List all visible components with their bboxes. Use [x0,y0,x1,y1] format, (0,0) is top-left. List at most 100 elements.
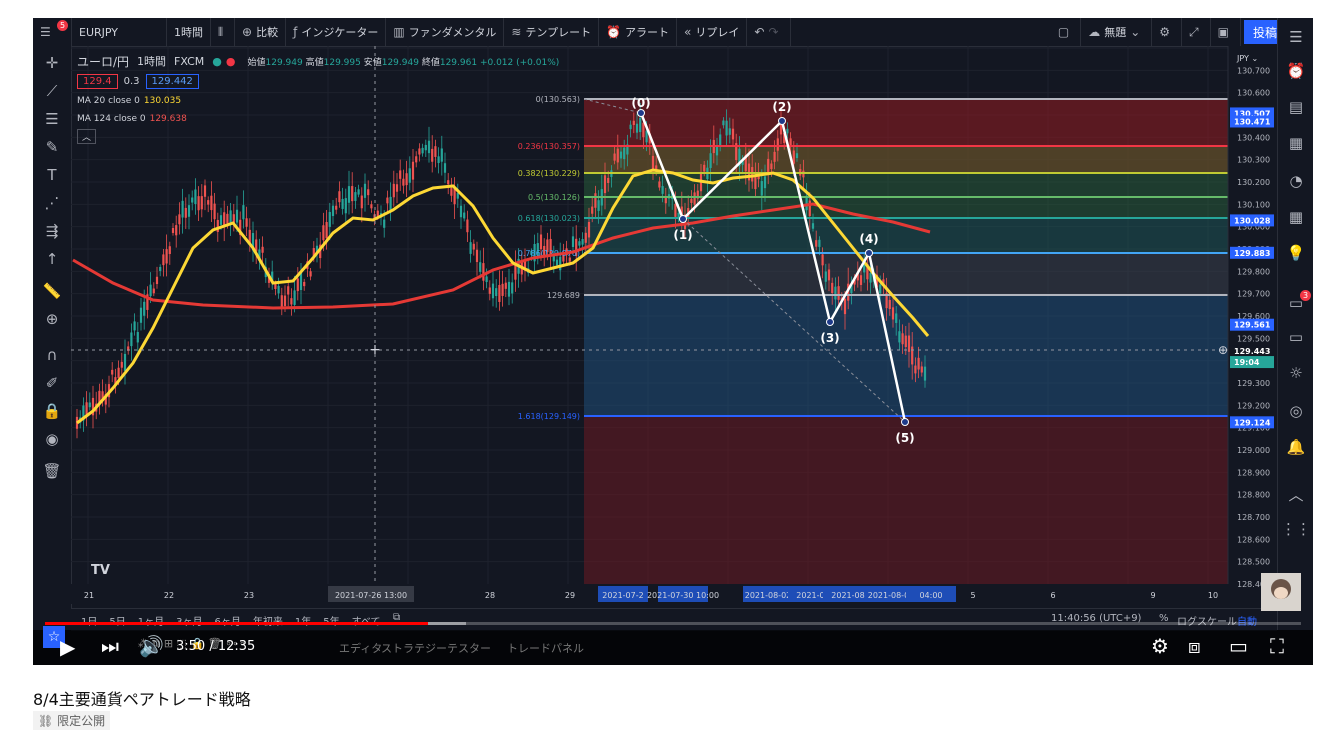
price-tick: 129.300 [1237,379,1270,388]
chart-legend: ユーロ/円 1時間 FXCM ● ● 始値129.949 高値129.995 安… [77,51,559,145]
alarm-clock-icon[interactable]: ⏰ [1278,62,1313,80]
signal-icon[interactable]: ︿ [1278,484,1313,505]
wave-point[interactable] [826,318,834,326]
progress-played [45,622,429,625]
play-icon[interactable]: ▶ [60,635,75,659]
wave-label: (2) [772,100,791,114]
settings-gear-icon[interactable]: ⚙ [1151,634,1169,658]
progress-bar[interactable] [45,622,1301,625]
video-player[interactable]: ☰ 5 EURJPY 1時間 ⫴ ⊕ 比較 ƒ インジケーター ▥ ファンダメンタル … [33,18,1313,665]
price-tick: 130.100 [1237,200,1270,209]
grid-icon[interactable]: ⋮⋮ [1278,520,1313,538]
theater-icon[interactable]: ▭ [1229,634,1248,658]
symbol-title: ユーロ/円 [77,54,130,69]
buy-box[interactable]: 129.442 [145,73,199,89]
legend-interval: 1時間 [137,55,167,68]
date-ranges: 1日 5日 1ヶ月 3ヶ月 6ヶ月年初来 1年 5年すべて [81,613,381,628]
history-icon[interactable]: ◔ [1278,172,1313,190]
wave-label: (3) [820,331,839,345]
price-tick: 128.500 [1237,558,1270,567]
price-label: 129.561 [1234,321,1271,330]
add-alert-icon[interactable]: ⊕ [1218,343,1228,357]
volume-icon[interactable]: 🔊 [139,634,164,658]
price-tick: 130.400 [1237,133,1270,142]
data-window-icon[interactable]: ▤ [1278,98,1313,116]
time-tick: 2021-07-30 10:00 [647,591,719,600]
time-tick: 22 [164,591,174,600]
price-tick: 129.700 [1237,290,1270,299]
ma124-value: 129.638 [149,114,187,124]
visibility-label: 限定公開 [57,714,106,728]
fullscreen-icon[interactable]: ⛶ [1270,634,1284,658]
fib-label: 0.618(130.023) [518,214,580,223]
wave-point[interactable] [778,117,786,125]
next-icon[interactable]: ⏭ [101,634,119,658]
price-tick: 129.500 [1237,334,1270,343]
price-label: 129.124 [1234,418,1271,427]
ohlc-values: 始値129.949 高値129.995 安値129.949 終値129.961 … [247,57,560,68]
watchlist-icon[interactable]: ☰ [1278,28,1313,46]
tradingview-screen: ☰ 5 EURJPY 1時間 ⫴ ⊕ 比較 ƒ インジケーター ▥ ファンダメンタル … [33,18,1313,631]
price-tick: 129.000 [1237,446,1270,455]
ma20-label: MA 20 close 0 [77,96,140,106]
time-tick: 5 [970,591,975,600]
time-tick: 2021-08 [831,591,864,600]
fib-zone-1 [584,146,1228,174]
tradingview-logo: TV [91,563,110,578]
price-tick: 130.700 [1237,66,1270,75]
time-tick: 21 [84,591,94,600]
price-tick: 128.600 [1237,535,1270,544]
video-title: 8/4主要通貨ペアトレード戦略 [33,690,251,709]
ma124-label: MA 124 close 0 [77,114,146,124]
collapse-legend-icon[interactable]: ︿ [77,128,97,144]
price-tick: 130.300 [1237,156,1270,165]
wave-label: (5) [895,431,914,445]
time-tick: 2021-07-2 [602,591,643,600]
price-axis: JPY ⌄130.700130.600130.500130.400130.300… [1227,46,1277,589]
lightbulb-icon[interactable]: 💡 [1278,244,1313,262]
time-tick: 6 [1050,591,1055,600]
range-button[interactable]: 5日 [109,613,125,628]
range-button[interactable]: 6ヶ月 [215,613,241,628]
range-button[interactable]: 1ヶ月 [138,613,164,628]
price-label: 130.028 [1234,216,1271,225]
tv-trade-tab: トレードパネル [507,642,584,655]
market-status-icon: ● [212,54,222,68]
news-icon[interactable]: ▦ [1278,134,1313,152]
wave-point[interactable] [901,418,909,426]
time-tick: 9 [1150,591,1155,600]
price-tick: 129.200 [1237,401,1270,410]
wave-point[interactable] [865,249,873,257]
time-tick: 04:00 [919,591,942,600]
crosshair-center: + [369,342,381,358]
tv-strategy-tab: ストラテジーテスター [381,642,491,655]
calendar-icon[interactable]: ▦ [1278,208,1313,226]
range-button[interactable]: すべて [352,613,381,628]
ideas-icon[interactable]: ☼ [1278,364,1313,382]
range-button[interactable]: 3ヶ月 [176,613,202,628]
fib-label: 0.382(130.229) [518,169,580,178]
fib-label: 129.689 [547,291,580,300]
range-button[interactable]: 1日 [81,613,97,628]
auto-scale-toggle[interactable]: 自動 [1237,613,1257,628]
log-scale-toggle[interactable]: ログスケール [1177,613,1237,628]
ma20-value: 130.035 [143,96,182,106]
fib-zone-4 [584,253,1228,295]
range-button[interactable]: 1年 [295,613,311,628]
miniplayer-icon[interactable]: ⧈ [1188,634,1201,658]
dot-red-icon: ● [225,54,236,68]
wave-point[interactable] [679,215,687,223]
time-tick: 29 [565,591,575,600]
range-button[interactable]: 年初来 [253,613,283,628]
price-tick: 128.900 [1237,468,1270,477]
price-label: 19:04 [1234,358,1260,367]
stream-icon[interactable]: ◎ [1278,402,1313,420]
range-button[interactable]: 5年 [323,613,339,628]
wave-point[interactable] [637,109,645,117]
sell-box[interactable]: 129.4 [77,73,118,89]
wave-label: (1) [673,228,692,242]
currency-label[interactable]: JPY ⌄ [1236,54,1258,63]
message-icon[interactable]: ▭ [1278,328,1313,346]
price-tick: 128.700 [1237,513,1270,522]
bell-icon[interactable]: 🔔 [1278,438,1313,456]
